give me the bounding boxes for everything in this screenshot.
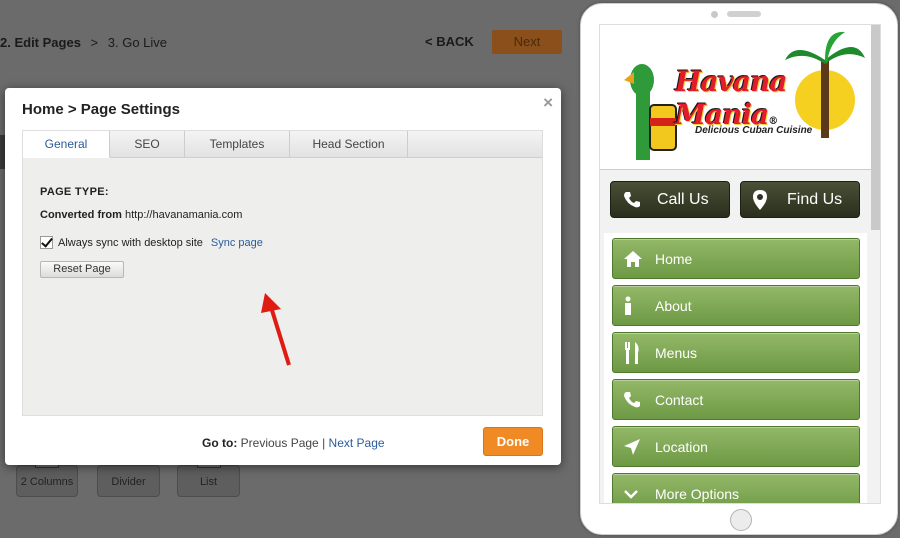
menu-item-contact[interactable]: Contact [612, 379, 860, 420]
find-us-label: Find Us [787, 190, 843, 208]
home-icon [623, 250, 645, 268]
close-icon[interactable]: × [543, 93, 553, 113]
tool-label: 2 Columns [20, 476, 74, 488]
step-edit-pages[interactable]: 2. Edit Pages [0, 35, 81, 50]
goto-label: Go to: [202, 436, 238, 450]
menu-item-label: About [655, 297, 692, 314]
tool-label: List [199, 476, 218, 488]
back-button[interactable]: < BACK [425, 34, 474, 49]
phone-icon [623, 391, 645, 409]
step-separator: > [90, 35, 99, 50]
map-pin-icon [753, 189, 777, 210]
next-page-link[interactable]: Next Page [329, 436, 385, 450]
wizard-bar: 2. Edit Pages > 3. Go Live < BACK Next [0, 0, 575, 85]
menu-item-label: More Options [655, 485, 740, 502]
mobile-menu: Home About Menus Contact Location More O… [604, 233, 867, 503]
tool-two-columns[interactable]: 2 Columns [16, 460, 78, 497]
goto-divider: | [322, 436, 326, 450]
next-button[interactable]: Next [492, 30, 562, 54]
tab-templates[interactable]: Templates [185, 131, 290, 158]
done-button[interactable]: Done [483, 427, 543, 456]
menu-item-label: Menus [655, 344, 698, 361]
scrollbar[interactable] [871, 25, 880, 230]
speaker-icon [727, 11, 761, 17]
menu-item-label: Contact [655, 391, 704, 408]
logo-title: Havana Mania® [675, 65, 871, 131]
find-us-button[interactable]: Find Us [740, 181, 860, 218]
phone-screen: Havana Mania® Delicious Cuban Cuisine Ca… [599, 24, 881, 504]
wizard-steps: 2. Edit Pages > 3. Go Live [0, 35, 167, 50]
sync-label: Always sync with desktop site [58, 236, 203, 249]
logo-tagline: Delicious Cuban Cuisine [695, 125, 813, 136]
page-type-label: PAGE TYPE: [40, 186, 109, 198]
tab-seo[interactable]: SEO [110, 131, 185, 158]
converted-from-row: Converted from http://havanamania.com [40, 209, 242, 221]
tab-head-section[interactable]: Head Section [290, 131, 408, 158]
call-us-label: Call Us [657, 190, 709, 208]
menu-item-location[interactable]: Location [612, 426, 860, 467]
step-go-live[interactable]: 3. Go Live [108, 35, 167, 50]
converted-label: Converted from [40, 209, 122, 221]
menu-item-menus[interactable]: Menus [612, 332, 860, 373]
info-icon [623, 296, 645, 316]
call-us-button[interactable]: Call Us [610, 181, 730, 218]
location-arrow-icon [623, 438, 645, 456]
parrot-icon [624, 64, 677, 160]
reset-page-button[interactable]: Reset Page [40, 261, 124, 278]
tool-divider[interactable]: Divider [97, 465, 160, 497]
sync-checkbox[interactable] [40, 236, 53, 249]
tool-label: Divider [111, 476, 146, 488]
fork-knife-icon [623, 341, 645, 364]
goto-navigation: Go to: Previous Page | Next Page [202, 436, 385, 450]
menu-item-about[interactable]: About [612, 285, 860, 326]
tab-general[interactable]: General [23, 131, 110, 158]
menu-item-label: Location [655, 438, 708, 455]
menu-item-label: Home [655, 250, 693, 267]
chevron-down-icon [623, 489, 645, 499]
converted-url: http://havanamania.com [124, 209, 243, 221]
previous-page-link[interactable]: Previous Page [241, 436, 319, 450]
red-arrow-annotation [261, 293, 291, 366]
havana-mania-logo: Havana Mania® Delicious Cuban Cuisine [600, 25, 871, 170]
phone-icon [623, 191, 647, 209]
settings-panel: General SEO Templates Head Section PAGE … [22, 130, 543, 416]
mobile-preview: Havana Mania® Delicious Cuban Cuisine Ca… [580, 3, 898, 535]
dialog-title: Home > Page Settings [22, 101, 180, 118]
sync-page-link[interactable]: Sync page [211, 237, 263, 249]
sync-row: Always sync with desktop site Sync page [40, 236, 263, 249]
phone-home-button[interactable] [730, 509, 752, 531]
tool-list[interactable]: List [177, 460, 240, 497]
menu-item-home[interactable]: Home [612, 238, 860, 279]
settings-tabs: General SEO Templates Head Section [23, 131, 542, 158]
page-settings-dialog: Home > Page Settings × General SEO Templ… [5, 88, 561, 465]
camera-icon [711, 11, 718, 18]
menu-item-more-options[interactable]: More Options [612, 473, 860, 503]
